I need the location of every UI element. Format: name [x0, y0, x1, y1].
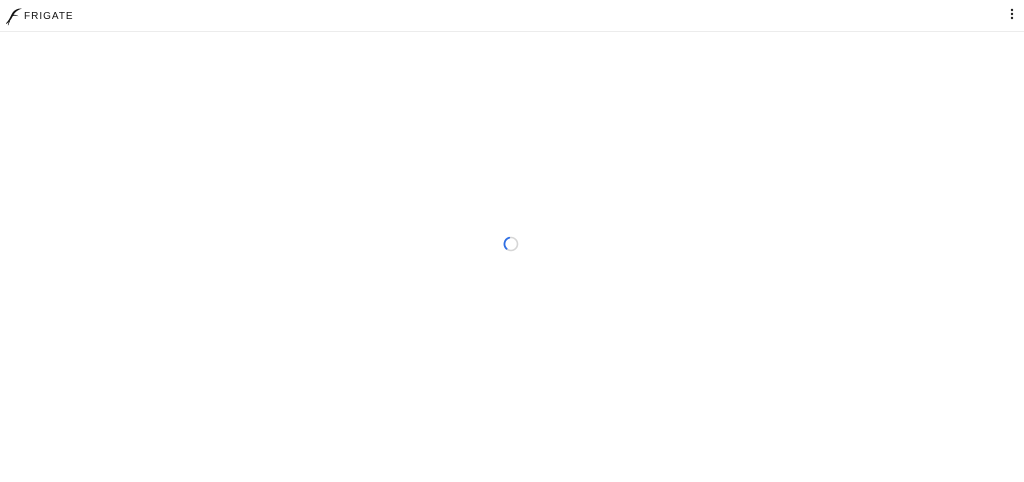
top-bar: FRIGATE	[0, 0, 1024, 32]
brand-name: FRIGATE	[24, 10, 74, 22]
more-vertical-icon	[1010, 8, 1014, 20]
spinner-icon	[503, 236, 519, 252]
main-content	[0, 32, 1024, 482]
brand[interactable]: FRIGATE	[5, 6, 74, 26]
app-root: FRIGATE	[0, 0, 1024, 482]
more-menu-button[interactable]	[1006, 6, 1018, 22]
loading-spinner	[503, 236, 519, 252]
frigate-bird-icon	[5, 7, 23, 26]
